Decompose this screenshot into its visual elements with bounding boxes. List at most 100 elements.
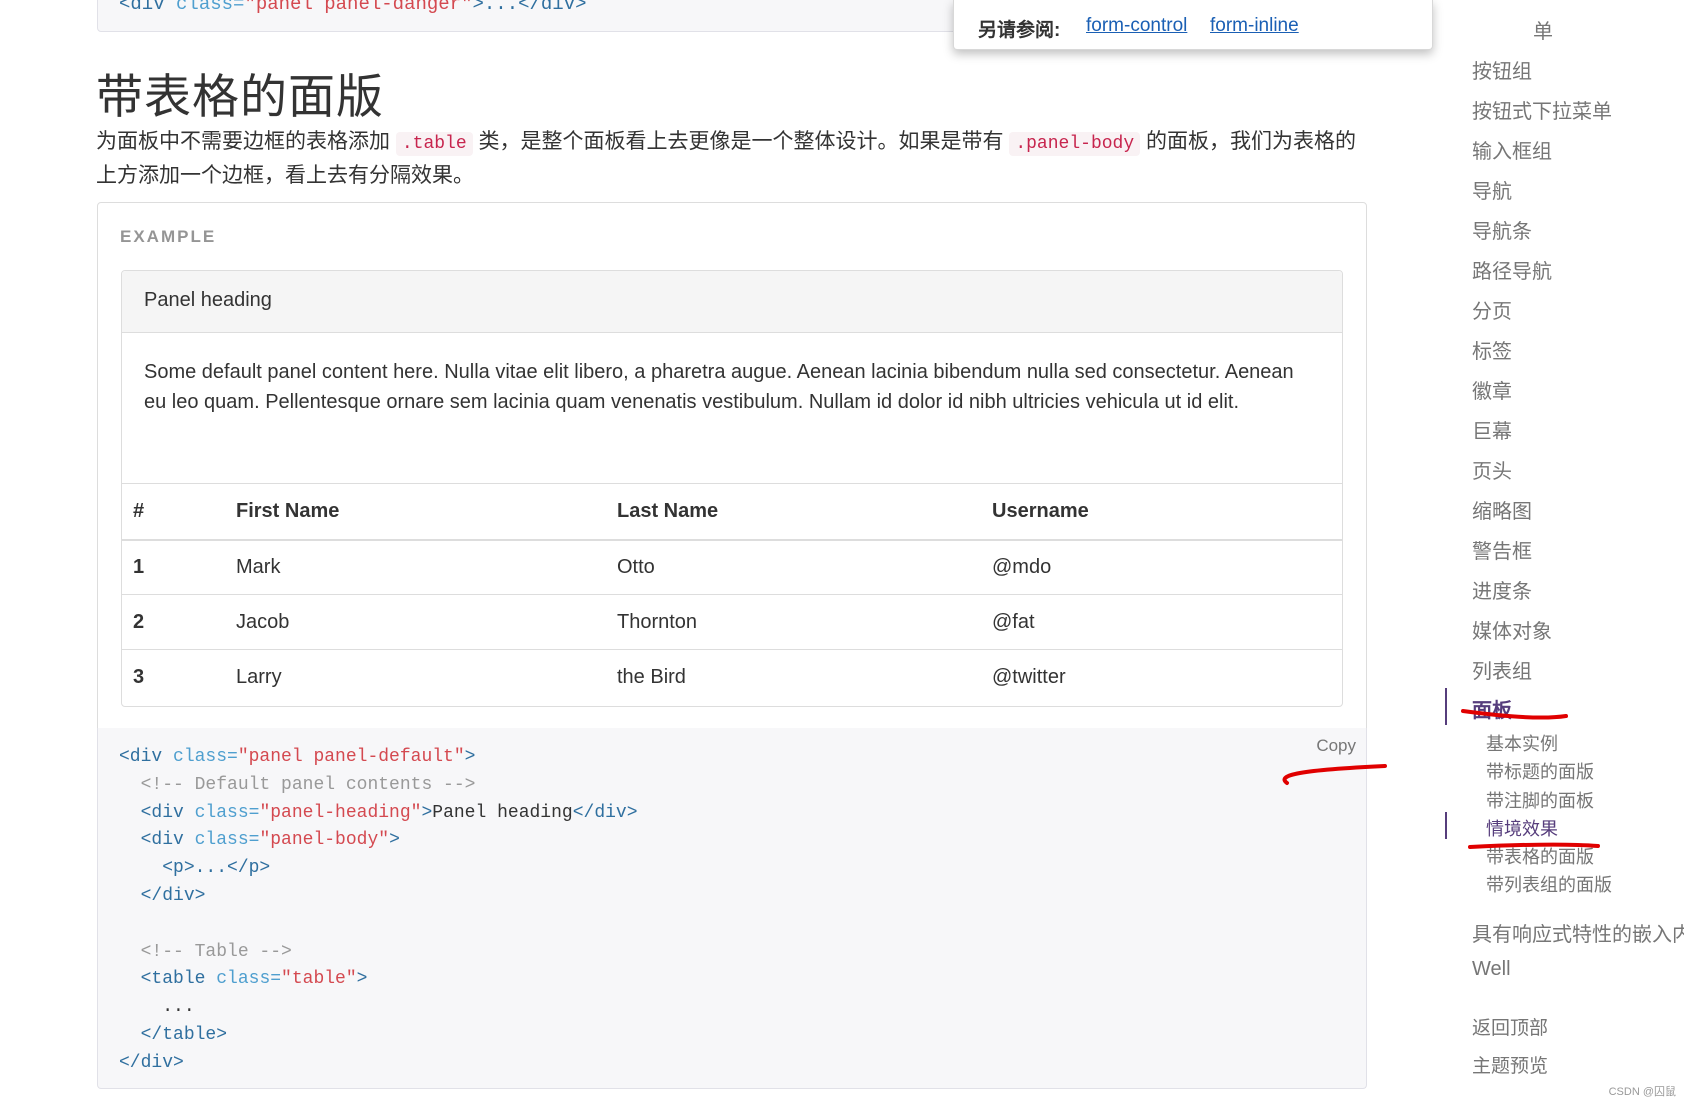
code-tag: <div: [140, 802, 195, 823]
sidebar-item-button-dropdown[interactable]: 按钮式下拉菜单: [1472, 95, 1612, 124]
copy-button[interactable]: Copy: [1316, 736, 1356, 756]
code-tag: <div: [119, 747, 174, 767]
sidebar-item-navs[interactable]: 导航: [1472, 175, 1512, 204]
table-cell: @fat: [981, 594, 1342, 650]
inline-code-panel-body: .panel-body: [1009, 132, 1141, 156]
code-tag: <table: [140, 969, 217, 990]
table-cell: Thornton: [606, 594, 981, 650]
previous-code-line: <div class="panel panel-danger">...</div…: [119, 0, 587, 15]
sidebar-item-breadcrumbs[interactable]: 路径导航: [1472, 255, 1552, 284]
code-value: "panel panel-danger": [244, 0, 473, 15]
form-control-link[interactable]: form-control: [1086, 15, 1187, 37]
code-tag: >: [464, 747, 476, 767]
code-value: "table": [281, 969, 357, 990]
code-block: Copy <div class="panel panel-default"> <…: [97, 728, 1367, 1089]
panel-heading: Panel heading: [122, 271, 1342, 333]
code-attr: class=: [194, 830, 260, 851]
table-cell: @twitter: [981, 649, 1342, 705]
code-attr: class=: [176, 0, 245, 15]
panel-table: # First Name Last Name Username 1 Mark O…: [122, 483, 1342, 705]
sidebar-item-dropdown[interactable]: 单: [1533, 15, 1553, 44]
sidebar-item-panels[interactable]: 面板: [1472, 694, 1512, 723]
table-header: First Name: [225, 483, 606, 541]
code-attr: class=: [194, 802, 260, 823]
desc-text: 为面板中不需要边框的表格添加: [96, 130, 396, 153]
sidebar-item-input-group[interactable]: 输入框组: [1472, 135, 1552, 164]
table-cell: 3: [122, 649, 225, 705]
back-to-top-link[interactable]: 返回顶部: [1472, 1013, 1548, 1040]
table-header-row: # First Name Last Name Username: [122, 483, 1342, 541]
sidebar-subitem-tables[interactable]: 带表格的面版: [1486, 843, 1594, 869]
sidebar-item-progress[interactable]: 进度条: [1472, 575, 1532, 604]
code-tag: <div: [140, 830, 195, 851]
active-sub-indicator: [1445, 812, 1447, 839]
sidebar-subitem-contextual[interactable]: 情境效果: [1486, 815, 1558, 841]
code-tag: <div: [119, 0, 177, 15]
sidebar-item-alerts[interactable]: 警告框: [1472, 535, 1532, 564]
code-value: "panel panel-default": [237, 747, 465, 767]
code-tag: </div>: [140, 885, 206, 906]
table-cell: the Bird: [606, 649, 981, 705]
sidebar-item-well[interactable]: Well: [1472, 958, 1511, 981]
table-cell: Larry: [225, 649, 606, 705]
code-attr: class=: [216, 969, 282, 990]
sidebar-item-list-group[interactable]: 列表组: [1472, 655, 1532, 684]
sidebar-subitem-footer[interactable]: 带注脚的面板: [1486, 787, 1594, 813]
code-tag: >: [421, 802, 433, 823]
table-cell: Otto: [606, 539, 981, 595]
code-tag: >: [389, 830, 400, 851]
table-cell: 2: [122, 594, 225, 650]
sidebar-item-page-header[interactable]: 页头: [1472, 455, 1512, 484]
table-row: 3 Larry the Bird @twitter: [122, 649, 1342, 705]
panel-body: Some default panel content here. Nulla v…: [144, 361, 1294, 413]
sidebar-item-button-group[interactable]: 按钮组: [1472, 55, 1532, 84]
table-cell: Jacob: [225, 594, 606, 650]
active-indicator: [1445, 688, 1447, 725]
table-header: Username: [981, 483, 1342, 541]
sidebar-item-navbar[interactable]: 导航条: [1472, 215, 1532, 244]
code-value: "panel-heading": [259, 802, 422, 823]
code-lines: <div class="panel panel-default"> <!-- D…: [119, 744, 638, 1078]
sidebar-item-responsive-embed[interactable]: 具有响应式特性的嵌入内: [1472, 918, 1684, 947]
code-tag-end: >...</div>: [472, 0, 587, 15]
code-attr: class=: [173, 747, 238, 767]
see-also-popup: 另请参阅: form-control form-inline: [953, 0, 1433, 50]
code-comment: <!-- Table -->: [140, 941, 292, 962]
see-also-label: 另请参阅:: [978, 20, 1061, 41]
table-cell: Mark: [225, 539, 606, 595]
sidebar-item-labels[interactable]: 标签: [1472, 335, 1512, 364]
code-tag: <p>...</p>: [162, 858, 271, 879]
sidebar-item-badges[interactable]: 徽章: [1472, 375, 1512, 404]
section-title: 带表格的面版: [96, 70, 384, 123]
section-description: 为面板中不需要边框的表格添加 .table 类，是整个面板看上去更像是一个整体设…: [96, 126, 1366, 191]
code-value: "panel-body": [259, 830, 390, 851]
form-inline-link[interactable]: form-inline: [1210, 15, 1299, 37]
sidebar-item-pagination[interactable]: 分页: [1472, 295, 1512, 324]
sidebar-subitem-basic[interactable]: 基本实例: [1486, 730, 1558, 756]
sidebar-item-jumbotron[interactable]: 巨幕: [1472, 415, 1512, 444]
sidebar-subitem-list-group[interactable]: 带列表组的面版: [1486, 871, 1612, 897]
example-label: EXAMPLE: [120, 227, 217, 246]
watermark: CSDN @囚鼠: [1608, 1086, 1676, 1098]
code-tag: >: [356, 969, 368, 990]
table-header: Last Name: [606, 483, 981, 541]
panel: Panel heading Some default panel content…: [121, 270, 1343, 707]
theme-preview-link[interactable]: 主题预览: [1472, 1051, 1548, 1078]
inline-code-table: .table: [395, 132, 473, 156]
code-tag: </div>: [572, 802, 638, 823]
example-box: EXAMPLE Panel heading Some default panel…: [97, 202, 1367, 729]
table-cell: @mdo: [981, 539, 1342, 595]
sidebar-subitem-heading[interactable]: 带标题的面版: [1486, 758, 1594, 784]
table-cell: 1: [122, 539, 225, 595]
code-tag: </div>: [119, 1052, 184, 1073]
sidebar-item-thumbnails[interactable]: 缩略图: [1472, 495, 1532, 524]
code-text: ...: [162, 997, 195, 1018]
table-row: 2 Jacob Thornton @fat: [122, 594, 1342, 650]
sidebar-nav: 单 按钮组 按钮式下拉菜单 输入框组 导航 导航条 路径导航 分页 标签 徽章 …: [1445, 0, 1684, 1105]
table-header: #: [122, 483, 225, 541]
desc-text: 类，是整个面板看上去更像是一个整体设计。如果是带有: [472, 130, 1010, 153]
code-text: Panel heading: [432, 802, 573, 823]
sidebar-item-media[interactable]: 媒体对象: [1472, 615, 1552, 644]
code-tag: </table>: [140, 1024, 228, 1045]
table-row: 1 Mark Otto @mdo: [122, 539, 1342, 595]
